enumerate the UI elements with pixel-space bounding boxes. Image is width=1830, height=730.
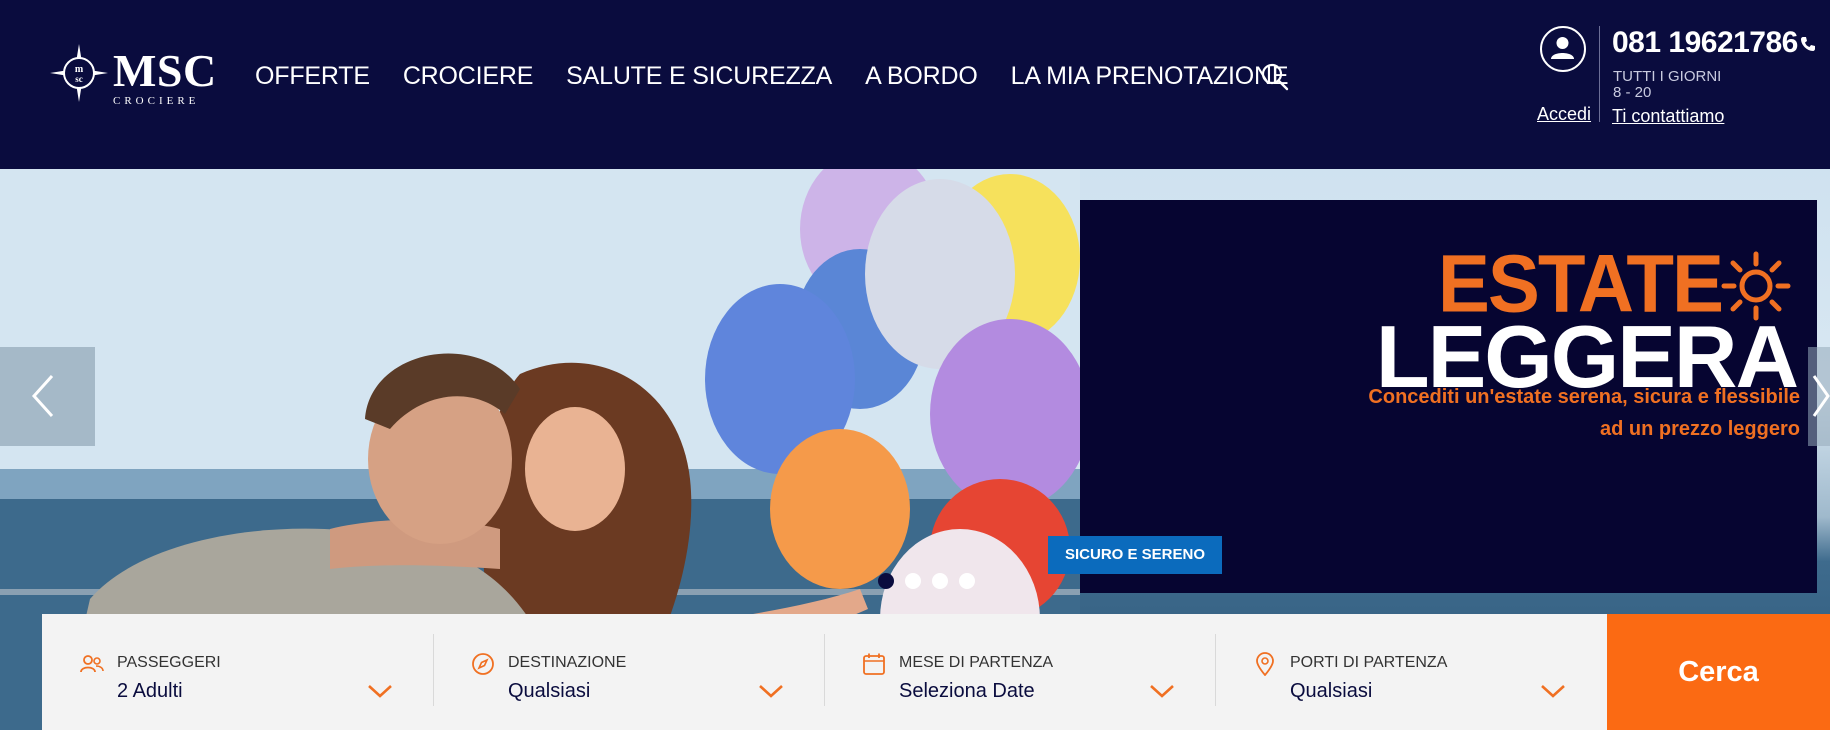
main-nav: OFFERTE CROCIERE SALUTE E SICUREZZA A BO… — [255, 62, 1321, 91]
nav-item-a-bordo[interactable]: A BORDO — [865, 62, 978, 91]
carousel-next-button[interactable] — [1808, 347, 1830, 446]
departure-port-value: Qualsiasi — [1290, 680, 1373, 702]
carousel-dot-1[interactable] — [878, 573, 894, 589]
passengers-select[interactable]: PASSEGGERI 2 Adulti — [42, 614, 433, 730]
carousel-dot-4[interactable] — [959, 573, 975, 589]
login-link[interactable]: Accedi — [1537, 104, 1591, 125]
departure-month-select[interactable]: MESE DI PARTENZA Seleziona Date — [824, 614, 1215, 730]
departure-port-select[interactable]: PORTI DI PARTENZA Qualsiasi — [1215, 614, 1606, 730]
chevron-down-icon — [759, 685, 783, 698]
carousel-dots — [878, 573, 986, 589]
search-icon[interactable] — [1260, 62, 1290, 92]
promo-panel[interactable]: ESTATE LEGGERA Concediti un'estate seren… — [1080, 200, 1817, 593]
svg-text:sc: sc — [75, 74, 83, 84]
destination-label: DESTINAZIONE — [508, 654, 627, 671]
phone-icon — [1801, 37, 1815, 51]
destination-value: Qualsiasi — [508, 680, 591, 702]
logo-wordmark: MSC — [113, 45, 217, 96]
compass-rose-logo-icon: m sc — [50, 44, 108, 102]
chevron-down-icon — [1150, 685, 1174, 698]
chevron-down-icon — [368, 685, 392, 698]
chevron-down-icon — [1541, 685, 1565, 698]
header-divider — [1599, 26, 1600, 122]
nav-item-salute-e-sicurezza[interactable]: SALUTE E SICUREZZA — [566, 62, 832, 91]
logo-subtext: CROCIERE — [113, 95, 200, 107]
hours-label: TUTTI I GIORNI — [1613, 68, 1722, 85]
hours-value: 8 - 20 — [1613, 84, 1652, 101]
promo-subtitle-line1: Concediti un'estate serena, sicura e fle… — [1368, 386, 1800, 408]
nav-item-la-mia-prenotazione[interactable]: LA MIA PRENOTAZIONE — [1011, 62, 1289, 91]
people-icon — [80, 655, 104, 673]
promo-subtitle-line2: ad un prezzo leggero — [1599, 418, 1800, 440]
location-pin-icon — [1256, 652, 1274, 676]
nav-item-crociere[interactable]: CROCIERE — [403, 62, 534, 91]
passengers-label: PASSEGGERI — [117, 654, 221, 671]
departure-port-label: PORTI DI PARTENZA — [1290, 654, 1448, 671]
msc-logo[interactable]: m sc MSC CROCIERE — [50, 44, 220, 110]
contact-us-link[interactable]: Ti contattiamo — [1612, 106, 1724, 127]
passengers-value: 2 Adulti — [117, 680, 183, 702]
nav-item-offerte[interactable]: OFFERTE — [255, 62, 370, 91]
user-account-icon[interactable] — [1540, 26, 1586, 72]
promo-badge[interactable]: SICURO E SERENO — [1048, 536, 1223, 574]
chevron-right-icon — [1812, 375, 1830, 417]
carousel-prev-button[interactable] — [0, 347, 95, 446]
carousel-dot-2[interactable] — [905, 573, 921, 589]
account-area — [1537, 26, 1589, 72]
site-header: m sc MSC CROCIERE OFFERTE CROCIERE SALUT… — [0, 0, 1830, 169]
search-submit-button[interactable]: Cerca — [1607, 614, 1830, 730]
carousel-dot-3[interactable] — [932, 573, 948, 589]
departure-month-value: Seleziona Date — [899, 680, 1035, 702]
cruise-search-bar: PASSEGGERI 2 Adulti DESTINAZIONE Qualsia… — [42, 614, 1607, 730]
phone-number: 081 19621786 — [1612, 26, 1798, 59]
destination-select[interactable]: DESTINAZIONE Qualsiasi — [433, 614, 824, 730]
departure-month-label: MESE DI PARTENZA — [899, 654, 1054, 671]
chevron-left-icon — [31, 374, 54, 418]
compass-icon — [472, 653, 494, 675]
calendar-icon — [863, 653, 885, 675]
